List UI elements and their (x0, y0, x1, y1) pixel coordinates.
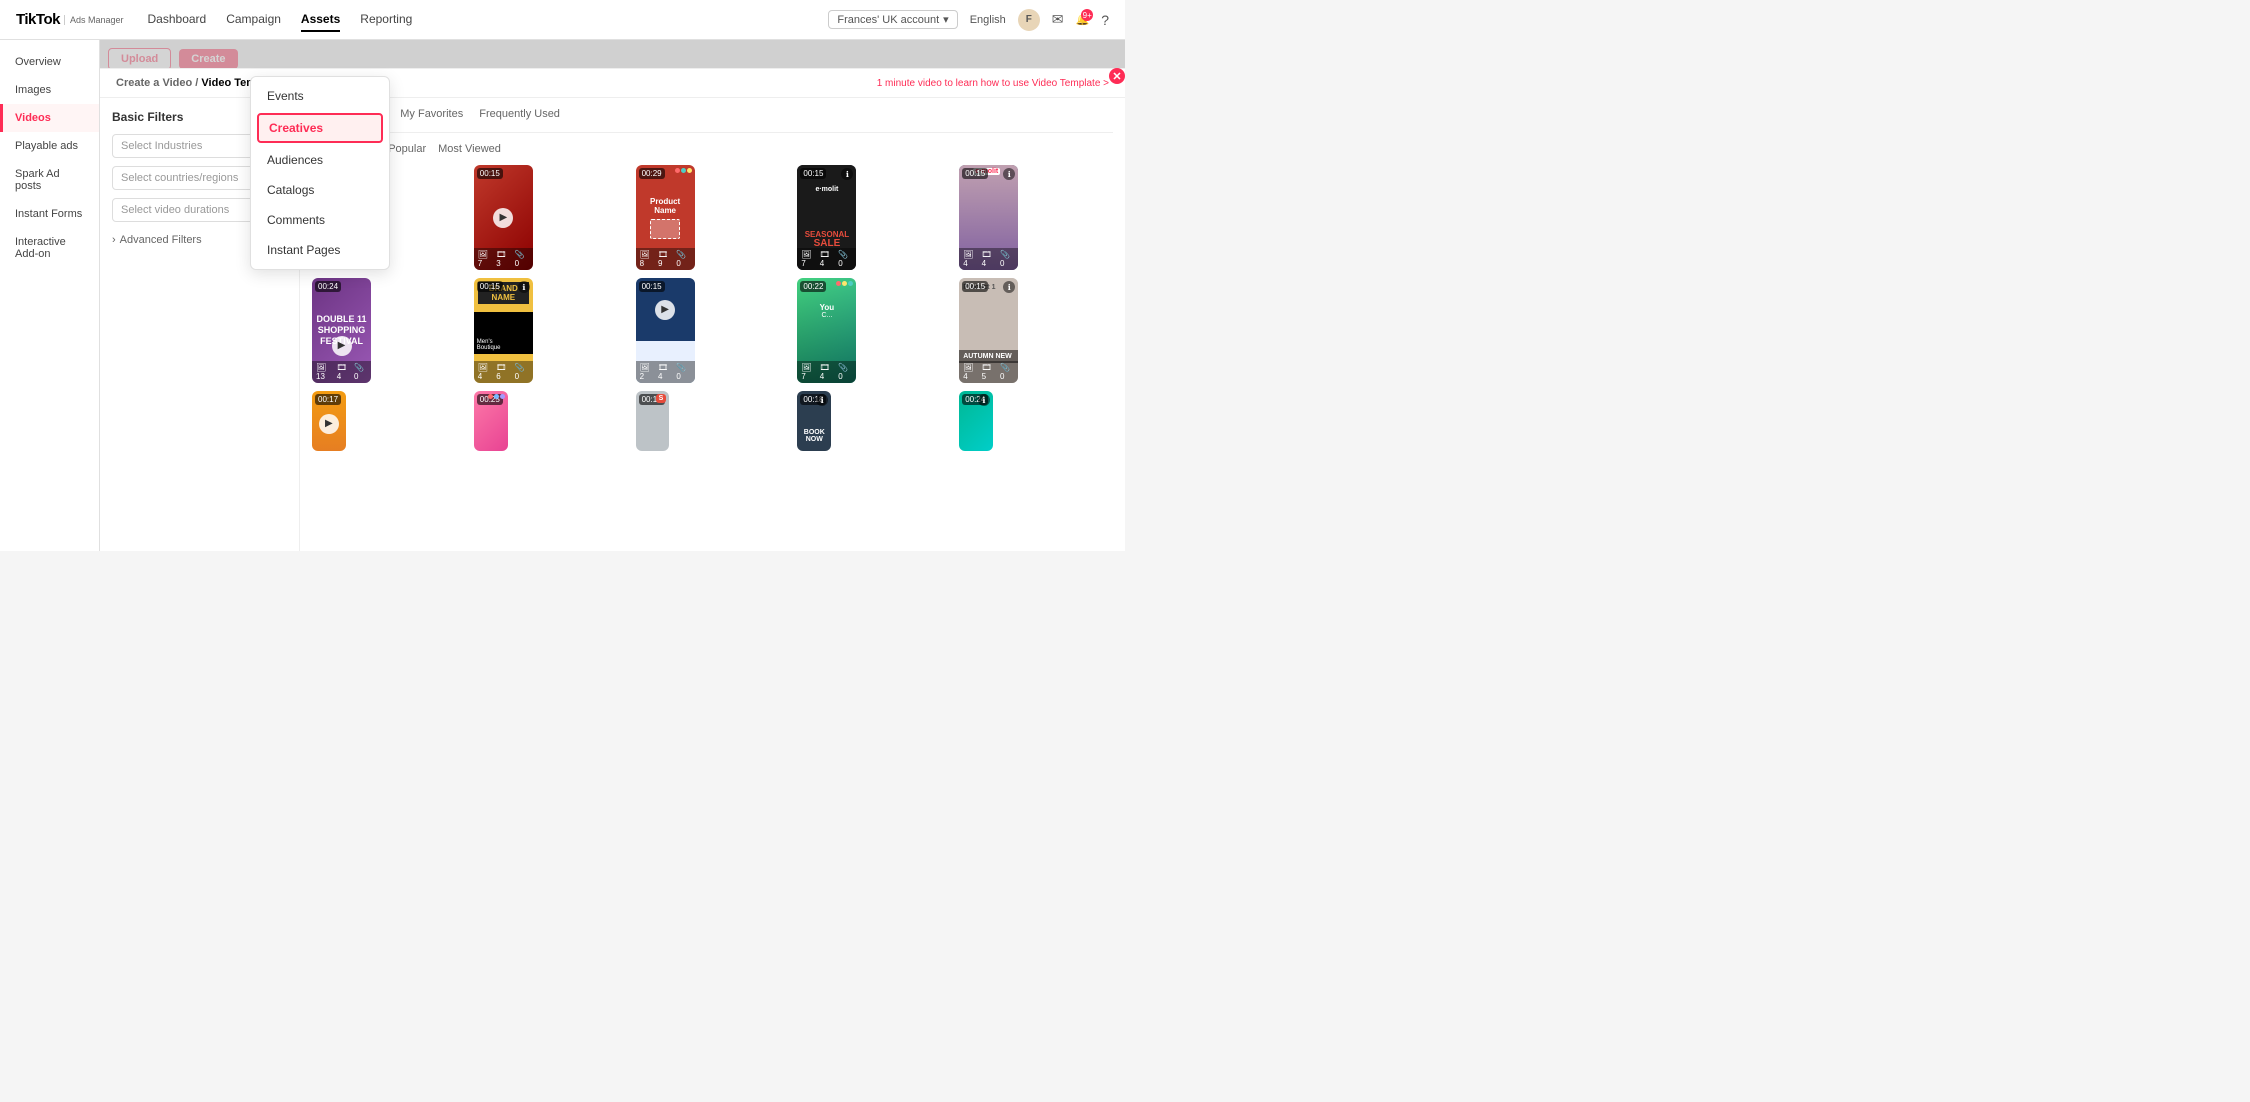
dropdown-audiences[interactable]: Audiences (251, 145, 389, 175)
sidebar-item-playable-ads[interactable]: Playable ads (0, 132, 99, 160)
template-card[interactable]: DOUBLE 11 SHOPPING FESTIVAL 00:24 ▶ 🖼 13… (312, 278, 371, 383)
template-card[interactable]: You C... 00:22 🖼 7🎞 4� (797, 278, 856, 383)
template-card[interactable]: BRAND NAME Men's Boutique 00:15 ℹ (474, 278, 533, 383)
card-footer: 🖼 4🎞 5📎 0 (959, 361, 1018, 383)
card-duration: 00:29 (639, 168, 665, 179)
info-icon: ℹ (816, 394, 828, 406)
sidebar: Overview Images Videos Playable ads Spar… (0, 40, 100, 551)
template-card[interactable]: ▶ 00:15 🖼 2🎞 4📎 0 (636, 278, 695, 383)
account-name: Frances' UK account (837, 14, 939, 26)
play-button[interactable]: ▶ (332, 336, 352, 356)
tab-my-favorites[interactable]: My Favorites (400, 108, 463, 126)
sidebar-item-videos[interactable]: Videos (0, 104, 99, 132)
card-footer: 🖼 7🎞 4📎 0 (797, 361, 856, 383)
color-dots (675, 168, 692, 173)
card-duration: 00:15 (800, 168, 826, 179)
color-dots (836, 281, 853, 286)
ads-manager-label: Ads Manager (64, 15, 124, 25)
chevron-down-icon: ▾ (943, 13, 949, 26)
templates-grid-row2: DOUBLE 11 SHOPPING FESTIVAL 00:24 ▶ 🖼 13… (312, 278, 1113, 383)
dropdown-events[interactable]: Events (251, 81, 389, 111)
sidebar-item-interactive-add-on[interactable]: Interactive Add-on (0, 228, 99, 268)
assets-dropdown-menu: Events Creatives Audiences Catalogs Comm… (250, 76, 390, 270)
subtab-most-viewed[interactable]: Most Viewed (438, 143, 501, 155)
card-duration: 00:15 (477, 281, 503, 292)
template-card[interactable]: 00:17 ▶ (312, 391, 346, 451)
card-footer: 🖼 8🎞 9📎 0 (636, 248, 695, 270)
account-selector[interactable]: Frances' UK account ▾ (828, 10, 957, 29)
template-card[interactable]: 00:15 ▶ 🖼 7🎞 3📎 0 (474, 165, 533, 270)
main-tabs: All Holidays My Favorites Frequently Use… (312, 108, 1113, 133)
templates-grid-row1: Brand name by olivit Shop new arrivals t… (312, 165, 1113, 270)
nav-assets[interactable]: Assets (301, 8, 340, 32)
template-card[interactable]: 00:25 (474, 391, 508, 451)
template-card[interactable]: e·molit SEASONAL SALE 00:15 ℹ 🖼 7🎞 4📎 0 (797, 165, 856, 270)
sidebar-item-instant-forms[interactable]: Instant Forms (0, 200, 99, 228)
nav-campaign[interactable]: Campaign (226, 8, 281, 32)
dropdown-instant-pages[interactable]: Instant Pages (251, 235, 389, 265)
info-icon: ℹ (518, 281, 530, 293)
chevron-right-icon: › (112, 234, 116, 246)
template-card[interactable]: Product Name 00:29 🖼 8🎞 (636, 165, 695, 270)
modal-help-link[interactable]: 1 minute video to learn how to use Video… (877, 78, 1109, 89)
special-badge: S (656, 394, 667, 403)
sidebar-item-images[interactable]: Images (0, 76, 99, 104)
modal-close-button[interactable]: ✕ (1109, 68, 1125, 84)
notification-badge: 9+ (1081, 9, 1093, 21)
sub-tabs: Overall Most Popular Most Viewed (312, 143, 1113, 155)
color-dots (488, 394, 505, 399)
template-card[interactable]: 00:24 ℹ (959, 391, 993, 451)
card-footer: 🖼 4🎞 6📎 0 (474, 361, 533, 383)
card-footer: 🖼 7🎞 3📎 0 (474, 248, 533, 270)
main-layout: Overview Images Videos Playable ads Spar… (0, 40, 1125, 551)
dropdown-comments[interactable]: Comments (251, 205, 389, 235)
help-icon[interactable]: ? (1101, 12, 1109, 28)
info-icon: ℹ (978, 394, 990, 406)
top-navigation: TikTok Ads Manager Dashboard Campaign As… (0, 0, 1125, 40)
tab-frequently-used[interactable]: Frequently Used (479, 108, 560, 126)
language-label[interactable]: English (970, 14, 1006, 26)
dropdown-catalogs[interactable]: Catalogs (251, 175, 389, 205)
notification-icon[interactable]: 🔔 9+ (1076, 13, 1090, 26)
card-duration: 00:15 (962, 281, 988, 292)
play-button[interactable]: ▶ (655, 300, 675, 320)
nav-dashboard[interactable]: Dashboard (148, 8, 207, 32)
breadcrumb-pre: Create a Video / (116, 77, 198, 89)
card-footer: 🖼 13🎞 4📎 0 (312, 361, 371, 383)
nav-items: Dashboard Campaign Assets Reporting (148, 8, 413, 32)
template-card[interactable]: 00:15 S (636, 391, 670, 451)
play-button[interactable]: ▶ (493, 208, 513, 228)
card-footer: 🖼 7🎞 4📎 0 (797, 248, 856, 270)
content-area: Upload Create 💡 No inspiration? Click fo… (100, 40, 1125, 551)
dropdown-creatives[interactable]: Creatives (257, 113, 383, 143)
card-footer: 🖼 4🎞 4📎 0 (959, 248, 1018, 270)
templates-panel: All Holidays My Favorites Frequently Use… (300, 98, 1125, 551)
nav-reporting[interactable]: Reporting (360, 8, 412, 32)
template-card[interactable]: Product 1 AUTUMN NEW 00:15 ℹ 🖼 4🎞 5📎 0 (959, 278, 1018, 383)
card-duration: 00:15 (639, 281, 665, 292)
card-duration: 00:15 (962, 168, 988, 179)
sidebar-item-spark-ad-posts[interactable]: Spark Ad posts (0, 160, 99, 200)
card-play[interactable]: ▶ (312, 396, 346, 451)
mail-icon[interactable]: ✉ (1052, 11, 1064, 28)
logo: TikTok Ads Manager (16, 11, 124, 28)
template-card[interactable]: 00:18 ℹ BOOK NOW (797, 391, 831, 451)
nav-right: Frances' UK account ▾ English F ✉ 🔔 9+ ? (828, 9, 1109, 31)
templates-grid-row3: 00:17 ▶ 00:25 (312, 391, 1113, 451)
sidebar-item-overview[interactable]: Overview (0, 48, 99, 76)
card-duration: 00:22 (800, 281, 826, 292)
advanced-filters-label: Advanced Filters (120, 234, 202, 246)
avatar[interactable]: F (1018, 9, 1040, 31)
play-button[interactable]: ▶ (319, 414, 339, 434)
card-footer: 🖼 2🎞 4📎 0 (636, 361, 695, 383)
template-card[interactable]: e·molit 00:15 ℹ 🖼 4🎞 4📎 0 (959, 165, 1018, 270)
